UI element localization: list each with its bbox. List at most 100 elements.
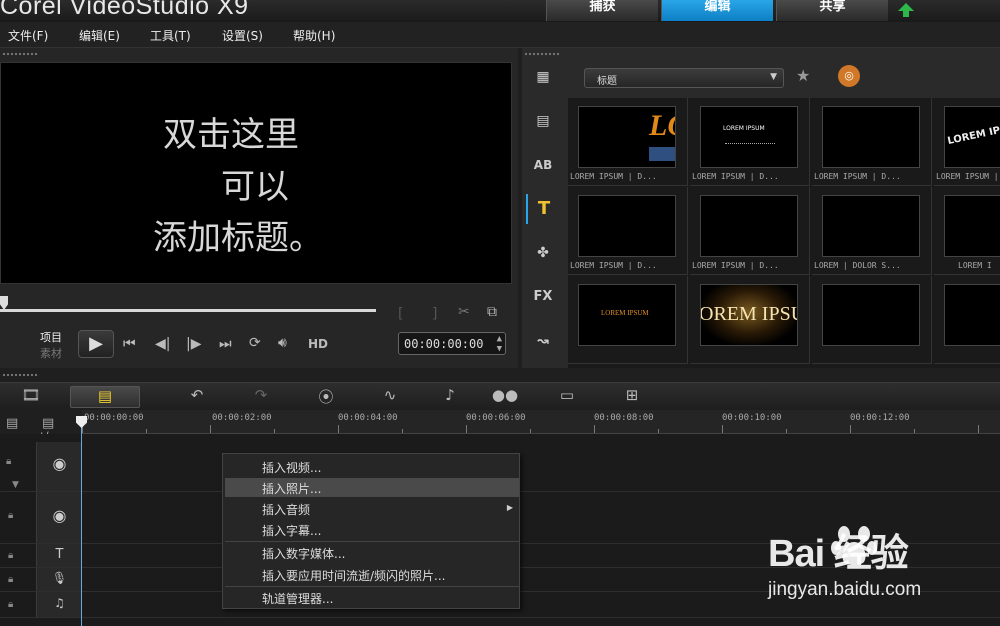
menu-insert-audio[interactable]: 插入音频 ▶ (225, 499, 519, 518)
panel-grip[interactable] (524, 52, 560, 56)
track-manager-icon[interactable]: ▤ (6, 416, 18, 431)
download-content-icon[interactable]: ◎ (838, 65, 860, 87)
chevron-down-icon[interactable]: ▼ (12, 480, 19, 490)
title-thumbnail (578, 195, 676, 257)
menu-settings[interactable]: 设置(S) (222, 27, 263, 44)
title-track-icon: T (36, 544, 82, 567)
tab-share[interactable]: 共享 (776, 0, 888, 21)
title-template-tile[interactable]: LOREM IPSUM LOREM IPSUM | D... (690, 98, 810, 186)
repeat-icon[interactable]: ⟳ (249, 335, 261, 351)
title-bar: Corel VideoStudio X9 捕获 编辑 共享 (0, 0, 1000, 22)
chapter-point-icon[interactable]: ▤ (42, 416, 54, 431)
preview-panel: 双击这里 可以 添加标题。 [ ] ✂ ⧉ 项目 素材 ▶ ⏮ ◀| |▶ ⏭ … (0, 48, 518, 368)
tab-edit[interactable]: 编辑 (661, 0, 773, 21)
auto-music-icon[interactable]: ♪ (436, 386, 464, 408)
dropdown-value: 标题 (597, 76, 617, 87)
sound-mixer-icon[interactable]: ∿ (376, 386, 404, 408)
transition-icon[interactable]: AB (526, 150, 560, 180)
voice-track-icon: 🎙︎ (36, 568, 82, 591)
track-lock-icon[interactable]: 🔒︎ (8, 510, 13, 521)
go-to-start-icon[interactable]: ⏮ (123, 336, 136, 352)
timeline-view-icon[interactable]: ▤ (70, 386, 140, 408)
graphic-icon[interactable]: ✤ (526, 238, 560, 268)
scrubber-bar[interactable] (0, 309, 376, 312)
track-lock-icon[interactable]: 🔒︎ (6, 456, 11, 467)
multi-camera-icon[interactable]: ⊞ (618, 386, 646, 408)
ruler-label: 00:00:12:00 (850, 413, 910, 423)
motion-tracking-icon[interactable]: ●● (490, 386, 520, 408)
mark-out-icon[interactable]: ] (432, 306, 437, 322)
play-button[interactable]: ▶ (78, 330, 114, 358)
title-thumbnail: LOREM IPSUM (700, 106, 798, 168)
library-panel: ▦ ▤ AB T ✤ FX ↝ 标题 ▼ ★ ◎ LO LOREM IPSUM … (522, 48, 1000, 368)
title-template-tile[interactable]: LOREM I (934, 187, 1000, 275)
menu-file[interactable]: 文件(F) (8, 27, 48, 44)
filter-icon[interactable]: FX (526, 282, 560, 312)
preview-screen[interactable]: 双击这里 可以 添加标题。 (0, 62, 512, 284)
library-category-dropdown[interactable]: 标题 ▼ (584, 68, 784, 88)
timecode-stepper-icon[interactable]: ▲ ▼ (497, 334, 502, 354)
title-template-tile[interactable]: LOREM IPSUM (568, 276, 688, 364)
menu-insert-photo[interactable]: 插入照片... (225, 478, 519, 497)
next-frame-icon[interactable]: |▶ (186, 336, 201, 352)
menu-insert-video[interactable]: 插入视频... (225, 457, 519, 476)
overlay-track-icon: ◉ (36, 492, 82, 543)
timeline-ruler[interactable]: 00:00:00:00 00:00:02:00 00:00:04:00 00:0… (82, 410, 1000, 434)
title-icon[interactable]: T (526, 194, 560, 224)
add-favorite-icon[interactable]: ★ (796, 66, 810, 85)
title-template-tile[interactable] (934, 276, 1000, 364)
previous-frame-icon[interactable]: ◀| (155, 336, 170, 352)
volume-icon[interactable]: 🔊︎ (278, 335, 287, 351)
track-lock-icon[interactable]: 🔒︎ (8, 599, 13, 610)
title-template-tile[interactable]: LOREM | DOLOR S... (812, 187, 932, 275)
preview-title-line-3: 添加标题。 (153, 218, 323, 258)
title-thumbnail: LOREM IPSUM (578, 284, 676, 346)
playhead[interactable] (81, 418, 82, 626)
menu-track-manager[interactable]: 轨道管理器... (225, 588, 519, 607)
menu-insert-subtitle[interactable]: 插入字幕... (225, 520, 519, 539)
clip-mode-label[interactable]: 素材 (40, 345, 62, 361)
path-icon[interactable]: ↝ (526, 326, 560, 356)
title-template-tile[interactable]: LO LOREM IPSUM | D... (568, 98, 688, 186)
track-lock-icon[interactable]: 🔒︎ (8, 550, 13, 561)
menu-insert-timelapse-photo[interactable]: 插入要应用时间流逝/频闪的照片... (225, 565, 519, 584)
split-clip-icon[interactable]: ✂ (458, 304, 470, 320)
record-capture-icon[interactable]: ⦿ (312, 386, 340, 408)
hd-preview-button[interactable]: HD (308, 337, 328, 351)
menu-insert-audio-label: 插入音频 (262, 503, 311, 517)
timecode-field[interactable]: 00:00:00:00 ▲ ▼ (398, 332, 506, 355)
submenu-arrow-icon: ▶ (506, 503, 513, 512)
scrubber-handle[interactable] (0, 296, 8, 310)
tab-capture[interactable]: 捕获 (546, 0, 658, 21)
title-template-tile[interactable] (812, 276, 932, 364)
title-thumbnail (822, 195, 920, 257)
undo-icon[interactable]: ↶ (186, 386, 208, 408)
title-caption: LOREM IPSUM | D... (814, 172, 901, 181)
storyboard-view-icon[interactable]: 🎞︎ (8, 386, 54, 408)
title-template-tile[interactable]: LOREM IPSUM | D... (568, 187, 688, 275)
go-to-end-icon[interactable]: ⏭ (219, 336, 232, 352)
chevron-down-icon: ▼ (770, 72, 777, 82)
panel-grip[interactable] (2, 373, 38, 377)
ruler-label: 00:00:10:00 (722, 413, 782, 423)
title-template-tile[interactable]: LOREM IPSUM | D... (690, 187, 810, 275)
subtitle-editor-icon[interactable]: ▭ (553, 386, 581, 408)
mark-in-icon[interactable]: [ (398, 306, 403, 322)
title-template-tile[interactable]: LOREM IPSU LOREM IPSUM | D... (934, 98, 1000, 186)
menu-help[interactable]: 帮助(H) (293, 27, 335, 44)
track-lock-icon[interactable]: 🔒︎ (8, 574, 13, 585)
project-mode-label[interactable]: 项目 (40, 329, 62, 345)
media-icon[interactable]: ▦ (526, 62, 560, 92)
panel-grip[interactable] (2, 52, 38, 56)
menu-edit[interactable]: 编辑(E) (79, 27, 120, 44)
upload-arrow-icon[interactable] (893, 0, 920, 20)
title-template-tile[interactable]: LOREM IPSUM | D... (812, 98, 932, 186)
menu-insert-digital-media[interactable]: 插入数字媒体... (225, 543, 519, 562)
instant-project-icon[interactable]: ▤ (526, 106, 560, 136)
menu-tools[interactable]: 工具(T) (150, 27, 191, 44)
timeline-toolbar: 🎞︎ ▤ ↶ ↷ ⦿ ∿ ♪ ●● ▭ ⊞ (0, 382, 1000, 410)
redo-icon[interactable]: ↷ (250, 386, 272, 408)
title-template-tile[interactable]: OREM IPSU (690, 276, 810, 364)
enlarge-preview-icon[interactable]: ⧉ (487, 304, 497, 320)
menu-separator (225, 541, 519, 542)
